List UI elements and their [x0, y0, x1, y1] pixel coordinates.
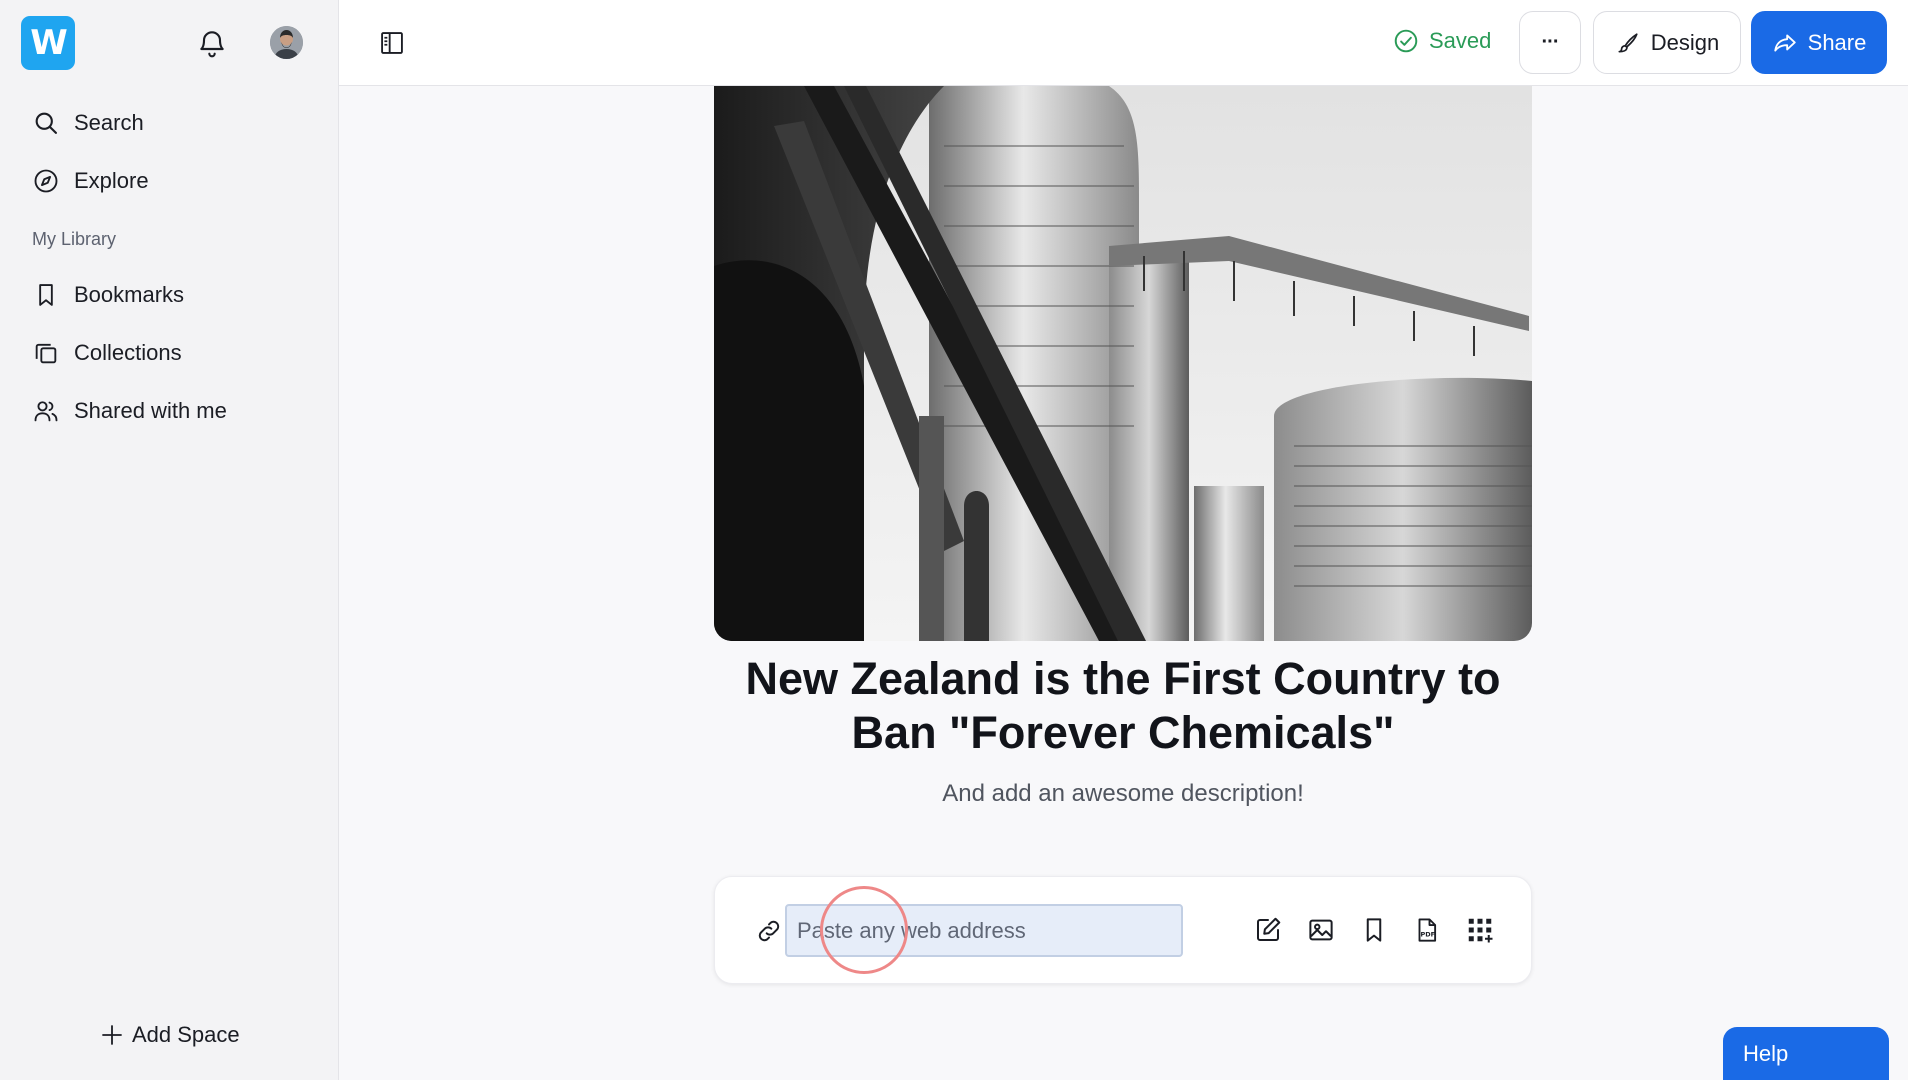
nav-item-bookmarks[interactable]: Bookmarks [32, 275, 184, 315]
panel-toggle-icon[interactable] [378, 29, 406, 57]
nav-item-explore[interactable]: Explore [32, 161, 149, 201]
pdf-icon[interactable]: PDF [1412, 915, 1442, 945]
cover-image[interactable] [714, 86, 1532, 641]
add-space-button[interactable]: Add Space [100, 1022, 240, 1048]
link-icon [758, 920, 780, 942]
avatar-image [270, 26, 303, 59]
apps-grid-icon[interactable] [1465, 915, 1495, 945]
bookmark-add-icon[interactable] [1359, 915, 1389, 945]
search-icon [35, 112, 57, 134]
image-icon[interactable] [1306, 915, 1336, 945]
nav-item-collections[interactable]: Collections [32, 333, 182, 373]
nav-item-search[interactable]: Search [32, 103, 144, 143]
share-icon [1773, 33, 1796, 52]
sidebar: W Search Explore My Library Bookmarks Co… [0, 0, 339, 1080]
help-label: Help [1743, 1040, 1789, 1066]
avatar[interactable] [270, 26, 303, 59]
share-button[interactable]: Share [1751, 11, 1887, 74]
top-bar: Saved ··· Design Share [339, 0, 1908, 86]
nav-item-shared-with-me[interactable]: Shared with me [32, 391, 227, 431]
saved-status: Saved [1393, 28, 1491, 54]
design-label: Design [1650, 29, 1720, 55]
bookmark-icon [39, 284, 53, 306]
add-space-label: Add Space [132, 1022, 240, 1047]
compass-icon [34, 169, 58, 193]
svg-text:PDF: PDF [1421, 930, 1436, 938]
design-button[interactable]: Design [1593, 11, 1741, 74]
note-icon[interactable] [1253, 915, 1283, 945]
bell-icon[interactable] [196, 27, 228, 59]
cover-image-art [714, 86, 1532, 641]
users-icon [34, 401, 58, 422]
add-content-bar: PDF [714, 876, 1532, 984]
collections-icon [35, 343, 57, 364]
page-title[interactable]: New Zealand is the First Country to Ban … [714, 652, 1532, 760]
page-description[interactable]: And add an awesome description! [714, 780, 1532, 808]
check-circle-icon [1394, 29, 1418, 53]
saved-label: Saved [1429, 28, 1492, 53]
nav-item-label: Search [74, 110, 144, 135]
nav-item-label: Explore [74, 168, 149, 193]
plus-icon [102, 1025, 122, 1045]
section-label-my-library: My Library [32, 229, 117, 249]
url-input[interactable] [785, 904, 1183, 957]
logo-letter: W [30, 23, 67, 63]
nav-item-label: Bookmarks [74, 282, 185, 307]
brush-icon [1618, 32, 1638, 53]
app-logo[interactable]: W [21, 16, 75, 70]
nav-item-label: Collections [74, 340, 182, 365]
more-options-button[interactable]: ··· [1519, 11, 1581, 74]
help-button[interactable]: Help [1723, 1027, 1889, 1080]
more-icon: ··· [1541, 31, 1560, 53]
nav-item-label: Shared with me [74, 398, 227, 423]
share-label: Share [1807, 29, 1867, 55]
